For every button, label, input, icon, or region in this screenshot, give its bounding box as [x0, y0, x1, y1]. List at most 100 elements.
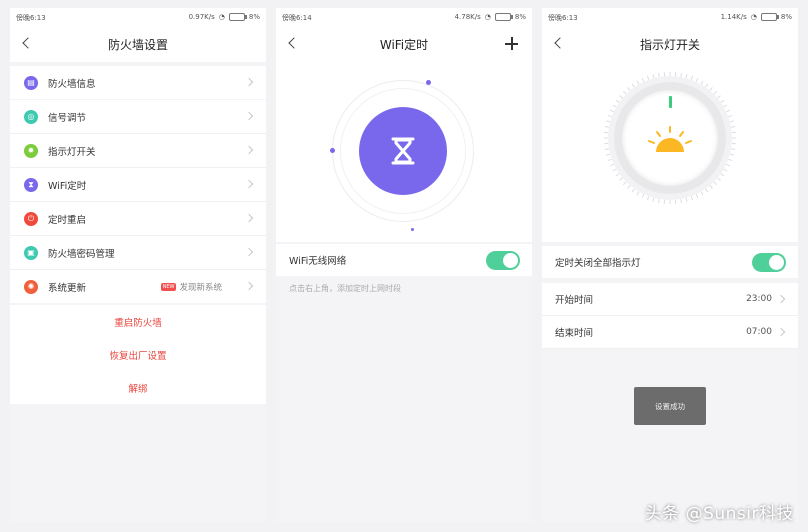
dial-tick [690, 75, 694, 80]
end-time-value: 07:00 [746, 327, 772, 337]
menu-item-label: 信号调节 [48, 112, 87, 124]
dial-tick [627, 185, 631, 189]
dial-tick [641, 77, 645, 83]
toggle-label: 定时关闭全部指示灯 [555, 258, 641, 269]
dial-tick [709, 87, 713, 91]
dial-tick [604, 148, 610, 150]
back-arrow-icon[interactable] [20, 34, 34, 54]
dial-tick [636, 191, 640, 196]
dial-tick [700, 80, 704, 85]
dial-tick [729, 153, 734, 156]
status-bar: 傍晚6:14 4.78K/s ◔ 8% [276, 8, 532, 26]
phone-screen-wifi-timer: 傍晚6:14 4.78K/s ◔ 8% WiFi定时 WiFi无线网络 点击右上… [276, 8, 532, 522]
chevron-right-icon [244, 179, 254, 189]
chevron-right-icon [244, 281, 254, 291]
phone-screen-firewall-settings: 傍晚6:13 0.97K/s ◔ 8% 防火墙设置 ▤ 防火墙信息 ◎ 信号调节… [10, 8, 266, 522]
menu-item-label: 定时重启 [48, 214, 87, 226]
battery-icon [494, 13, 513, 21]
chevron-right-icon [244, 213, 254, 223]
dial-tick [720, 99, 725, 103]
dial-tick [609, 109, 615, 113]
info-group: ▤ 防火墙信息 [10, 66, 266, 99]
network-speed: 4.78K/s [454, 13, 481, 21]
menu-item-indicator-light[interactable]: ✹ 指示灯开关 [10, 134, 266, 168]
toggle-label: WiFi无线网络 [289, 256, 347, 267]
dial-tick [658, 198, 660, 204]
dial-tick [717, 177, 721, 181]
light-dial-illustration [542, 62, 798, 242]
dial-tick [619, 95, 623, 99]
timer-illustration [276, 62, 532, 242]
page-title: 指示灯开关 [639, 37, 700, 52]
dial-tick [709, 185, 713, 189]
update-text: 发现新系统 [179, 283, 222, 293]
battery-level: 8% [248, 13, 260, 21]
menu-item-password[interactable]: ▣ 防火墙密码管理 [10, 236, 266, 270]
chevron-right-icon [244, 77, 254, 87]
dial-tick [646, 75, 650, 80]
wifi-toggle-switch[interactable] [486, 251, 520, 270]
power-icon: ⏻ [24, 211, 38, 226]
dial-tick [690, 196, 694, 201]
dial-tick [728, 158, 733, 162]
menu-item-wifi-timer[interactable]: ⧗ WiFi定时 [10, 168, 266, 202]
chevron-right-icon [776, 327, 786, 337]
hourglass-icon: ⧗ [24, 177, 38, 192]
orbit-dot [426, 80, 431, 85]
menu-item-firewall-info[interactable]: ▤ 防火墙信息 [10, 66, 266, 99]
dial-tick [658, 72, 660, 78]
dial-tick [615, 173, 620, 177]
nav-header: WiFi定时 [276, 26, 532, 62]
auto-off-toggle-switch[interactable] [752, 253, 786, 272]
dial-tick [606, 120, 611, 123]
restart-firewall-button[interactable]: 重启防火墙 [10, 305, 266, 338]
dial-tick [680, 72, 682, 78]
dial-tick [725, 163, 731, 167]
status-bar: 傍晚6:13 1.14K/s ◔ 8% [542, 8, 798, 26]
add-icon[interactable] [504, 34, 520, 54]
network-speed: 1.14K/s [720, 13, 747, 21]
chevron-right-icon [244, 145, 254, 155]
dial-tick [609, 163, 615, 167]
dial-tick [606, 153, 611, 156]
phone-screen-indicator-light: 傍晚6:13 1.14K/s ◔ 8% 指示灯开关 定时关闭全部指示灯 开始时间… [542, 8, 798, 522]
status-time: 傍晚6:14 [282, 14, 312, 22]
back-arrow-icon[interactable] [552, 34, 566, 54]
battery-icon [228, 13, 247, 21]
chevron-right-icon [776, 294, 786, 304]
wifi-icon: ◔ [218, 13, 225, 21]
dial-tick [723, 168, 728, 172]
back-arrow-icon[interactable] [286, 34, 300, 54]
dial-tick [717, 95, 721, 99]
actions-group: 重启防火墙 恢复出厂设置 解绑 [10, 305, 266, 404]
dial-tick [646, 196, 650, 201]
dial-tick [652, 74, 655, 79]
dial-tick [680, 198, 682, 204]
dial-tick [728, 114, 733, 118]
status-time: 傍晚6:13 [16, 14, 46, 22]
dial-tick [607, 114, 612, 118]
unbind-button[interactable]: 解绑 [10, 371, 266, 404]
menu-item-system-update[interactable]: ✺ 系统更新 NEW 发现新系统 [10, 270, 266, 303]
dial-tick [713, 90, 718, 95]
dial-tick [723, 104, 728, 108]
update-badge: NEW 发现新系统 [160, 281, 222, 293]
dial-tick [622, 181, 627, 186]
dial-tick [695, 193, 699, 199]
factory-reset-button[interactable]: 恢复出厂设置 [10, 338, 266, 371]
end-time-row[interactable]: 结束时间 07:00 [542, 316, 798, 349]
dial-tick [705, 188, 709, 193]
lock-icon: ▣ [24, 245, 38, 260]
menu-item-scheduled-reboot[interactable]: ⏻ 定时重启 [10, 202, 266, 236]
signal-icon: ◎ [24, 109, 38, 124]
page-title: 防火墙设置 [107, 37, 168, 52]
start-time-row[interactable]: 开始时间 23:00 [542, 283, 798, 316]
dial-tick [622, 90, 627, 95]
status-bar: 傍晚6:13 0.97K/s ◔ 8% [10, 8, 266, 26]
menu-item-signal[interactable]: ◎ 信号调节 [10, 100, 266, 134]
end-time-label: 结束时间 [555, 328, 594, 339]
dial-tick [729, 120, 734, 123]
dial-tick [695, 77, 699, 83]
dial-indicator-marker [669, 96, 672, 108]
dial-tick [705, 83, 709, 88]
